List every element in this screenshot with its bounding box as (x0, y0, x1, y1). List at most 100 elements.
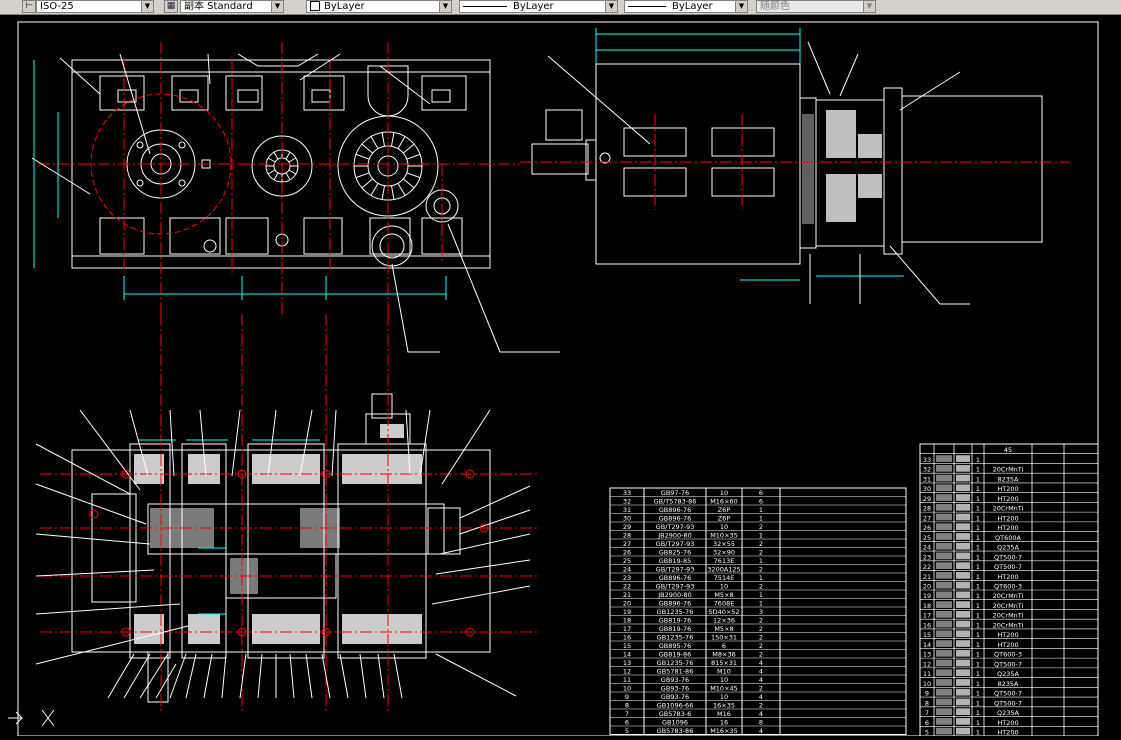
parts-list-cell: 24 (923, 544, 931, 552)
gear-tooth (267, 157, 276, 163)
lineweight-dropdown[interactable]: ByLayer ▼ (624, 0, 748, 13)
parts-list-cell: GB895-76 (659, 642, 692, 650)
parts-list-cell: 1 (976, 514, 980, 522)
parts-list-left: 33 GB97-76 10 632 GB/T5783-86 M16×60 631 GB896-… (609, 487, 907, 735)
parts-list-cell: 1 (976, 592, 980, 600)
parts-list-cell: 3200A125 (707, 566, 740, 574)
parts-list-cell: 14 (923, 641, 931, 649)
drawing-canvas[interactable]: 33 GB97-76 10 6 32 GB/T5783-86 M16×60 6 31 GB896-… (0, 14, 1121, 737)
layer-color-dropdown[interactable]: ByLayer ▼ (306, 0, 452, 13)
linetype-dropdown[interactable]: ByLayer ▼ (459, 0, 618, 13)
parts-list-cell: GB/T297-93 (656, 583, 695, 591)
gear-tooth (397, 136, 406, 149)
chevron-down-icon: ▼ (439, 1, 451, 12)
parts-list-cell: 12 (923, 660, 931, 668)
parts-list-cell: 1 (976, 466, 980, 474)
front-view-leaders (31, 53, 560, 353)
parts-list-cell: 32 (623, 498, 631, 506)
parts-list-cell: GB5781-86 (657, 668, 694, 676)
parts-list-cell: 16 (923, 621, 931, 629)
parts-list-cell: 4 (759, 676, 763, 684)
parts-list-cell: 1 (759, 600, 763, 608)
parts-list-cell: 10 (923, 680, 931, 688)
color-swatch-icon (310, 1, 320, 11)
parts-list-name-glyph (956, 708, 970, 716)
parts-list-name-glyph (956, 513, 970, 521)
parts-list-name-glyph (956, 630, 970, 638)
gear-tooth (370, 183, 379, 196)
parts-list-code-glyph (936, 503, 952, 511)
gear-tooth (390, 132, 395, 147)
parts-list-code-glyph (936, 542, 952, 550)
parts-list-cell: GB5783-6 (659, 710, 692, 718)
parts-list-name-glyph (956, 464, 970, 472)
cad-drawing[interactable]: 33 GB97-76 10 632 GB/T5783-86 M16×60 631 GB896-… (0, 14, 1121, 737)
parts-list-cell: GB/T5783-86 (654, 498, 697, 506)
parts-list-cell: 6 (722, 642, 726, 650)
gear-tooth (370, 136, 379, 149)
parts-list-cell: Z6P (718, 515, 731, 523)
parts-list-cell: 16 (720, 719, 728, 727)
parts-list-cell: Q235A (997, 670, 1020, 678)
parts-list-cell: M5×8 (714, 591, 733, 599)
tablestyle-dropdown[interactable]: 副本 Standard ▼ (180, 0, 284, 13)
dimstyle-dropdown[interactable]: ISO-25 ▼ (36, 0, 154, 13)
parts-list-code-glyph (936, 698, 952, 706)
parts-list-cell: GB1235-76 (657, 659, 694, 667)
parts-list-cell: 7514E (714, 574, 735, 582)
parts-list-cell: 16 (623, 634, 631, 642)
parts-list-cell: 23 (623, 574, 631, 582)
parts-list-cell: 10 (720, 583, 728, 591)
parts-list-cell: 23 (923, 553, 931, 561)
side-view (531, 63, 1043, 265)
parts-list-cell: 11 (923, 670, 931, 678)
parts-list-cell: GB5783-86 (657, 727, 694, 735)
parts-list-cell: 28 (623, 532, 631, 540)
parts-list-cell: 1 (976, 505, 980, 513)
parts-list-cell: 25 (623, 557, 631, 565)
tablestyle-icon[interactable]: ▦ (164, 0, 178, 13)
parts-list-cell: 5 (925, 729, 929, 737)
gear-tooth (406, 153, 421, 160)
parts-list-name-glyph (956, 542, 970, 550)
gear-tooth (406, 172, 421, 179)
parts-list-cell: 8 (625, 702, 629, 710)
dimstyle-icon[interactable]: ⊢ (22, 0, 36, 13)
parts-list-cell: 4 (759, 693, 763, 701)
parts-list-code-glyph (936, 513, 952, 521)
plotstyle-dropdown[interactable]: 随颜色 ▼ (756, 0, 876, 13)
parts-list-cell: 20CrMnTi (993, 621, 1024, 629)
parts-list-cell: 7 (625, 710, 629, 718)
parts-list-code-glyph (936, 572, 952, 579)
gear-tooth (285, 151, 291, 160)
parts-list-cell: QT500-7 (994, 660, 1022, 668)
side-view-centerlines (520, 114, 1070, 210)
parts-list-cell: M8×36 (712, 651, 735, 659)
linetype-sample (463, 5, 507, 7)
parts-list-cell: 1 (976, 651, 980, 659)
parts-list-name-glyph (956, 523, 970, 531)
parts-list-name-glyph (956, 572, 970, 579)
parts-list-name-glyph (956, 669, 970, 677)
parts-list-name-glyph (956, 620, 970, 628)
parts-list-name-glyph (956, 455, 970, 462)
parts-list-cell: 17 (623, 625, 631, 633)
parts-list-cell: 1 (759, 515, 763, 523)
parts-list-cell: 8235A (998, 680, 1020, 688)
parts-list-cell: 21 (623, 591, 631, 599)
parts-list-cell: GB1096-66 (657, 702, 694, 710)
parts-list-cell: GB1235-76 (657, 634, 694, 642)
parts-list-cell: 7613E (714, 557, 735, 565)
parts-list-cell: 2 (759, 583, 763, 591)
parts-list-code-glyph (936, 591, 952, 599)
parts-list-cell: GB819-76 (659, 617, 692, 625)
parts-list-cell: 18 (923, 602, 931, 610)
parts-list-name-glyph (956, 552, 970, 560)
parts-list-cell: 2 (759, 651, 763, 659)
parts-list-cell: M10×35 (710, 532, 738, 540)
parts-list-cell: 2 (759, 523, 763, 531)
gear-tooth (361, 178, 374, 189)
layer-color-value: ByLayer (324, 1, 365, 12)
parts-list-code-glyph (936, 640, 952, 647)
parts-list-cell: 2 (759, 685, 763, 693)
